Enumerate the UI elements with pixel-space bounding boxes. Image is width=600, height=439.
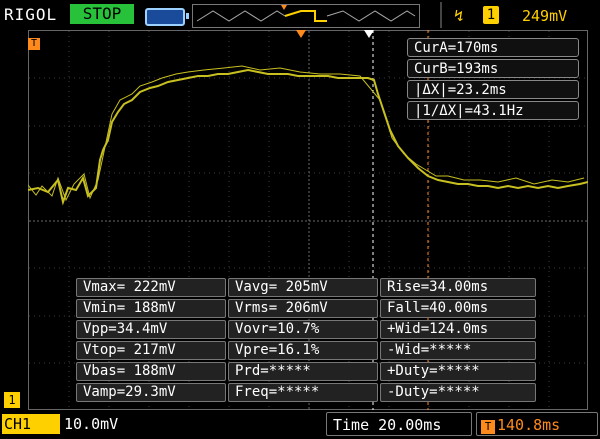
measurement-cell: Fall=40.00ms bbox=[380, 299, 536, 318]
measurement-cell: Vmax= 222mV bbox=[76, 278, 226, 297]
measurement-cell: +Duty=***** bbox=[380, 362, 536, 381]
cursor-inv-delta-readout: |1/ΔX|=43.1Hz bbox=[407, 101, 579, 120]
cursor-a-marker bbox=[364, 30, 374, 38]
measurement-cell: Prd=***** bbox=[228, 362, 378, 381]
measurement-cell: -Duty=***** bbox=[380, 383, 536, 402]
overview-wave-icon bbox=[196, 5, 416, 22]
brand-label: RIGOL bbox=[4, 5, 58, 24]
trigger-panel[interactable]: ↯ 1 249mV bbox=[440, 2, 600, 28]
bottom-status-bar: CH1 10.0mV Time 20.00ms T 140.8ms bbox=[0, 410, 600, 439]
measurement-cell: Rise=34.00ms bbox=[380, 278, 536, 297]
measurement-cell: +Wid=124.0ms bbox=[380, 320, 536, 339]
measurement-cell: Vovr=10.7% bbox=[228, 320, 378, 339]
measurement-cell: Vmin= 188mV bbox=[76, 299, 226, 318]
measurement-cell: Vavg= 205mV bbox=[228, 278, 378, 297]
trigger-offset-readout[interactable]: T 140.8ms bbox=[476, 412, 598, 436]
measurement-cell: Vpre=16.1% bbox=[228, 341, 378, 360]
measurement-cell: Vtop= 217mV bbox=[76, 341, 226, 360]
measurement-cell: Vpp=34.4mV bbox=[76, 320, 226, 339]
trigger-channel-badge: 1 bbox=[483, 6, 499, 24]
ch1-button[interactable]: CH1 bbox=[2, 414, 60, 434]
cursor-b-readout: CurB=193ms bbox=[407, 59, 579, 78]
measurement-cell: Vbas= 188mV bbox=[76, 362, 226, 381]
battery-icon bbox=[145, 8, 189, 26]
timebase-readout[interactable]: Time 20.00ms bbox=[326, 412, 472, 436]
cursor-delta-readout: |ΔX|=23.2ms bbox=[407, 80, 579, 99]
measurement-cell: Vrms= 206mV bbox=[228, 299, 378, 318]
top-status-bar: RIGOL STOP ↯ 1 249mV bbox=[0, 0, 600, 30]
trigger-position-marker bbox=[296, 30, 306, 38]
trigger-t-icon: T bbox=[28, 38, 40, 50]
ch1-vertical-scale: 10.0mV bbox=[64, 415, 119, 433]
rising-edge-icon: ↯ bbox=[454, 6, 464, 25]
measurement-cell: Vamp=29.3mV bbox=[76, 383, 226, 402]
measurement-cell: Freq=***** bbox=[228, 383, 378, 402]
trigger-offset-icon: T bbox=[481, 420, 495, 434]
waveform-overview bbox=[192, 4, 420, 28]
measurement-cell: -Wid=***** bbox=[380, 341, 536, 360]
trigger-offset-value: 140.8ms bbox=[497, 416, 561, 434]
trigger-level: 249mV bbox=[522, 7, 568, 25]
ch1-ground-marker: 1 bbox=[4, 392, 20, 408]
run-stop-indicator[interactable]: STOP bbox=[70, 4, 134, 24]
cursor-a-readout: CurA=170ms bbox=[407, 38, 579, 57]
